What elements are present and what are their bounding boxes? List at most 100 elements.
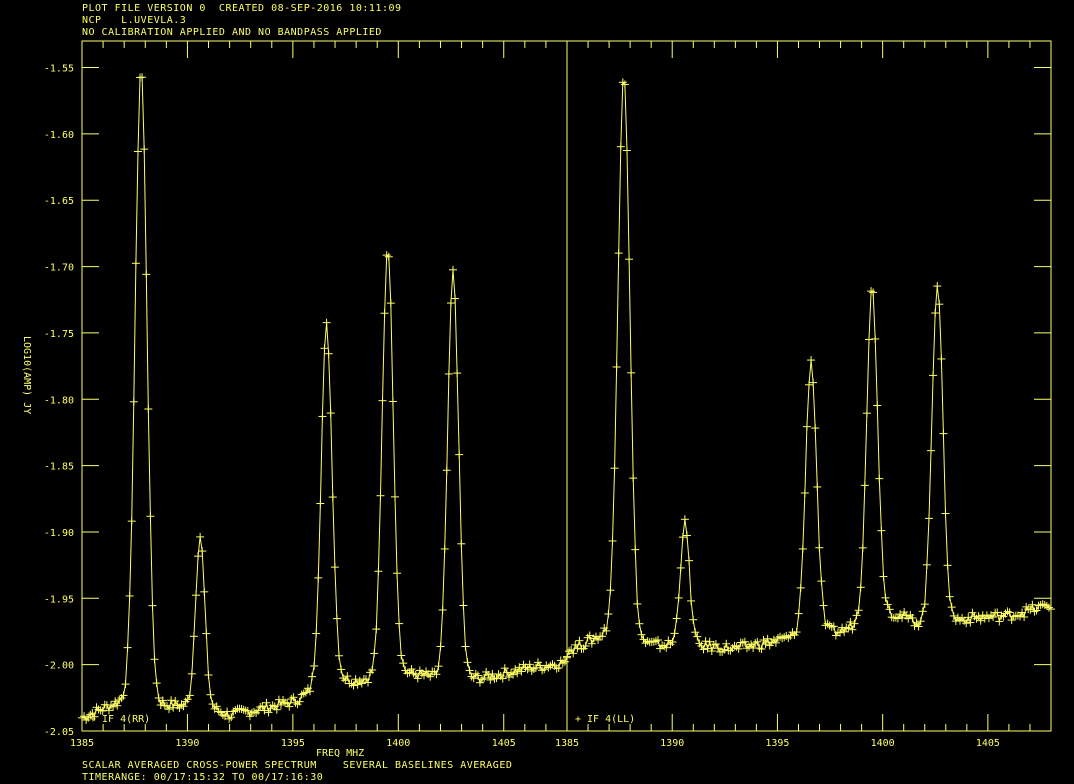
data-point — [361, 675, 370, 684]
x-tick-label: 1400 — [386, 738, 410, 749]
x-tick-label: 1385 — [555, 738, 579, 749]
data-point — [1034, 601, 1043, 610]
data-point — [794, 609, 803, 618]
data-point — [463, 658, 472, 667]
data-point — [881, 593, 890, 602]
panel-label: + IF 4(RR) — [90, 714, 150, 725]
data-point — [349, 681, 358, 690]
data-point — [1038, 600, 1047, 609]
data-point — [780, 633, 789, 642]
data-point — [875, 474, 884, 483]
data-point — [846, 617, 855, 626]
data-point — [1005, 608, 1014, 617]
data-point — [372, 625, 381, 634]
data-point — [614, 249, 623, 258]
data-point — [680, 515, 689, 524]
data-point — [455, 450, 464, 459]
x-tick-label: 1400 — [871, 738, 895, 749]
data-point — [322, 318, 331, 327]
data-point — [440, 544, 449, 553]
data-point — [968, 608, 977, 617]
data-point — [924, 514, 933, 523]
y-tick-label: -1.95 — [44, 594, 74, 605]
data-point — [324, 349, 333, 358]
spectrum-plot: -2.05 -2.00 -1.95 -1.90 -1.85 -1.80 -1.75 -1.70… — [21, 40, 1055, 759]
data-point — [125, 591, 134, 600]
data-point — [318, 412, 327, 421]
data-point — [867, 287, 876, 296]
data-point — [330, 563, 339, 572]
data-point — [701, 637, 710, 646]
data-point — [256, 703, 265, 712]
data-point — [604, 609, 613, 618]
data-point — [351, 675, 360, 684]
data-point — [916, 617, 925, 626]
data-point — [121, 680, 130, 689]
data-point — [976, 616, 985, 625]
data-point — [947, 603, 956, 612]
data-point — [802, 422, 811, 431]
x-tick-label: 1395 — [765, 738, 789, 749]
data-point — [817, 577, 826, 586]
data-point — [337, 665, 346, 674]
data-point — [461, 642, 470, 651]
data-point — [1007, 616, 1016, 625]
data-point — [722, 639, 731, 648]
data-point — [825, 621, 834, 630]
data-point — [606, 586, 615, 595]
data-point — [312, 629, 321, 638]
data-point — [571, 640, 580, 649]
data-point — [819, 601, 828, 610]
y-tick-label: -2.05 — [44, 727, 74, 738]
data-point — [239, 705, 248, 714]
data-point — [444, 369, 453, 378]
data-point — [189, 632, 198, 641]
y-tick-label: -1.70 — [44, 263, 74, 274]
data-point — [620, 80, 629, 89]
data-point — [610, 464, 619, 473]
data-point — [376, 491, 385, 500]
data-point — [732, 642, 741, 651]
data-point — [927, 446, 936, 455]
data-point — [618, 78, 627, 87]
data-point — [598, 632, 607, 641]
data-point — [328, 493, 337, 502]
data-point — [459, 601, 468, 610]
data-point — [237, 704, 246, 713]
data-point — [142, 270, 151, 279]
data-point — [185, 691, 194, 700]
data-point — [384, 252, 393, 261]
data-point — [937, 354, 946, 363]
data-point — [335, 651, 344, 660]
data-point — [395, 619, 404, 628]
data-point — [451, 294, 460, 303]
data-point — [920, 600, 929, 609]
data-point — [453, 369, 462, 378]
data-point — [465, 666, 474, 675]
data-point — [332, 614, 341, 623]
data-point — [693, 632, 702, 641]
data-point — [575, 636, 584, 645]
data-point — [813, 482, 822, 491]
data-point — [583, 633, 592, 642]
y-axis-label: LOG10(AMP) JY — [21, 336, 32, 414]
data-point — [699, 645, 708, 654]
data-point — [608, 536, 617, 545]
data-point — [856, 583, 865, 592]
footer-line-1: SCALAR AVERAGED CROSS-POWER SPECTRUM SEV… — [82, 760, 513, 771]
data-point — [442, 466, 451, 475]
data-point — [933, 282, 942, 291]
data-point — [397, 651, 406, 660]
y-tick-label: -1.80 — [44, 395, 74, 406]
data-point — [208, 700, 217, 709]
data-point — [643, 637, 652, 646]
data-point — [374, 567, 383, 576]
data-point — [167, 696, 176, 705]
data-point — [879, 572, 888, 581]
data-point — [676, 563, 685, 572]
data-point — [612, 362, 621, 371]
data-point — [807, 356, 816, 365]
data-point — [179, 702, 188, 711]
data-point — [129, 397, 138, 406]
data-point — [918, 607, 927, 616]
